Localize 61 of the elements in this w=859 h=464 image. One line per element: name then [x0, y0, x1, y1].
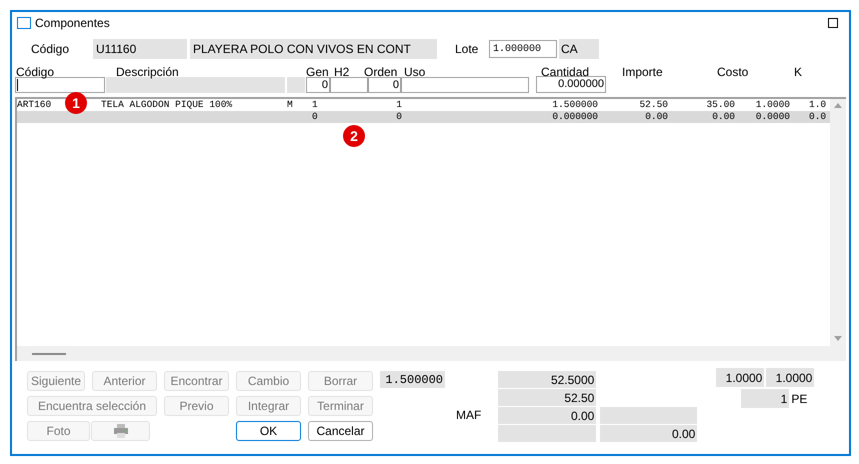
field-label: Lote: [455, 41, 480, 58]
table-cell: 0: [396, 111, 402, 122]
column-header: Gen: [306, 64, 329, 80]
action-button[interactable]: OK: [236, 421, 301, 441]
maximize-button[interactable]: [828, 18, 838, 28]
amount-field: 0.00: [600, 425, 698, 442]
amount-field: 0.00: [498, 407, 596, 424]
unit-label: PE: [791, 390, 808, 408]
table-cell: 52.50: [639, 99, 668, 110]
table-cell: 1.0000: [756, 99, 790, 110]
table-cell: TELA ALGODON PIQUE 100%: [101, 99, 232, 110]
table-cell: 0.00: [712, 111, 735, 122]
column-header: Importe: [622, 64, 663, 81]
column-header: Cantidad: [541, 64, 590, 79]
table-cell: M: [287, 99, 293, 110]
column-header: H2: [334, 64, 350, 81]
scroll-down-icon[interactable]: [834, 336, 842, 341]
column-header: Descripción: [116, 64, 179, 81]
table-cell: 1: [396, 99, 402, 110]
code-input[interactable]: [15, 77, 105, 93]
column-header: Costo: [717, 64, 748, 81]
factor-field: 1.0000: [716, 368, 764, 387]
grid-row[interactable]: 0 0 0.000000 0.00 0.00 0.0000 0.0: [17, 111, 830, 123]
unit-field: CA: [559, 39, 599, 59]
gen-input[interactable]: 0: [306, 77, 330, 93]
table-cell: 1.500000: [552, 99, 598, 110]
order-input[interactable]: 0: [368, 77, 401, 93]
field-label: MAF: [456, 407, 482, 424]
table-cell: ART160: [17, 99, 52, 110]
table-cell: 0.0000: [756, 111, 790, 122]
window-title: Componentes: [35, 15, 110, 32]
table-cell: 0.000000: [552, 111, 598, 122]
column-header: Orden: [364, 64, 398, 80]
scrollbar-thumb[interactable]: [32, 352, 66, 354]
amount-field: 52.50: [498, 389, 596, 406]
table-cell: 0.00: [645, 111, 668, 122]
use-input[interactable]: [401, 77, 529, 93]
quantity-input[interactable]: 0.000000: [536, 76, 606, 93]
action-button[interactable]: Cancelar: [308, 421, 373, 441]
column-header: Código: [16, 64, 54, 81]
lot-field[interactable]: 1.000000: [489, 40, 557, 58]
factor-field: 1.0000: [766, 368, 814, 387]
field-label: Código: [31, 41, 70, 58]
printer-icon: [112, 424, 128, 438]
quantity-total: 1.500000: [380, 371, 445, 388]
column-header: Uso: [404, 64, 426, 81]
horizontal-scrollbar[interactable]: [17, 346, 830, 361]
vertical-scrollbar[interactable]: [830, 99, 846, 361]
pieces-field: 1: [741, 389, 790, 408]
h2-input[interactable]: [330, 77, 368, 93]
window-icon: [17, 17, 31, 29]
column-header: K: [794, 64, 802, 81]
table-cell: 35.00: [706, 99, 735, 110]
table-cell: 1.0: [809, 99, 826, 110]
code-field: U11160: [93, 39, 187, 59]
table-cell: 0.0: [809, 111, 826, 122]
description-field: PLAYERA POLO CON VIVOS EN CONT: [190, 39, 437, 59]
scroll-up-icon[interactable]: [834, 103, 842, 108]
amount-field: 52.5000: [498, 371, 596, 388]
table-cell: 1: [312, 99, 318, 110]
table-cell: 0: [312, 111, 318, 122]
